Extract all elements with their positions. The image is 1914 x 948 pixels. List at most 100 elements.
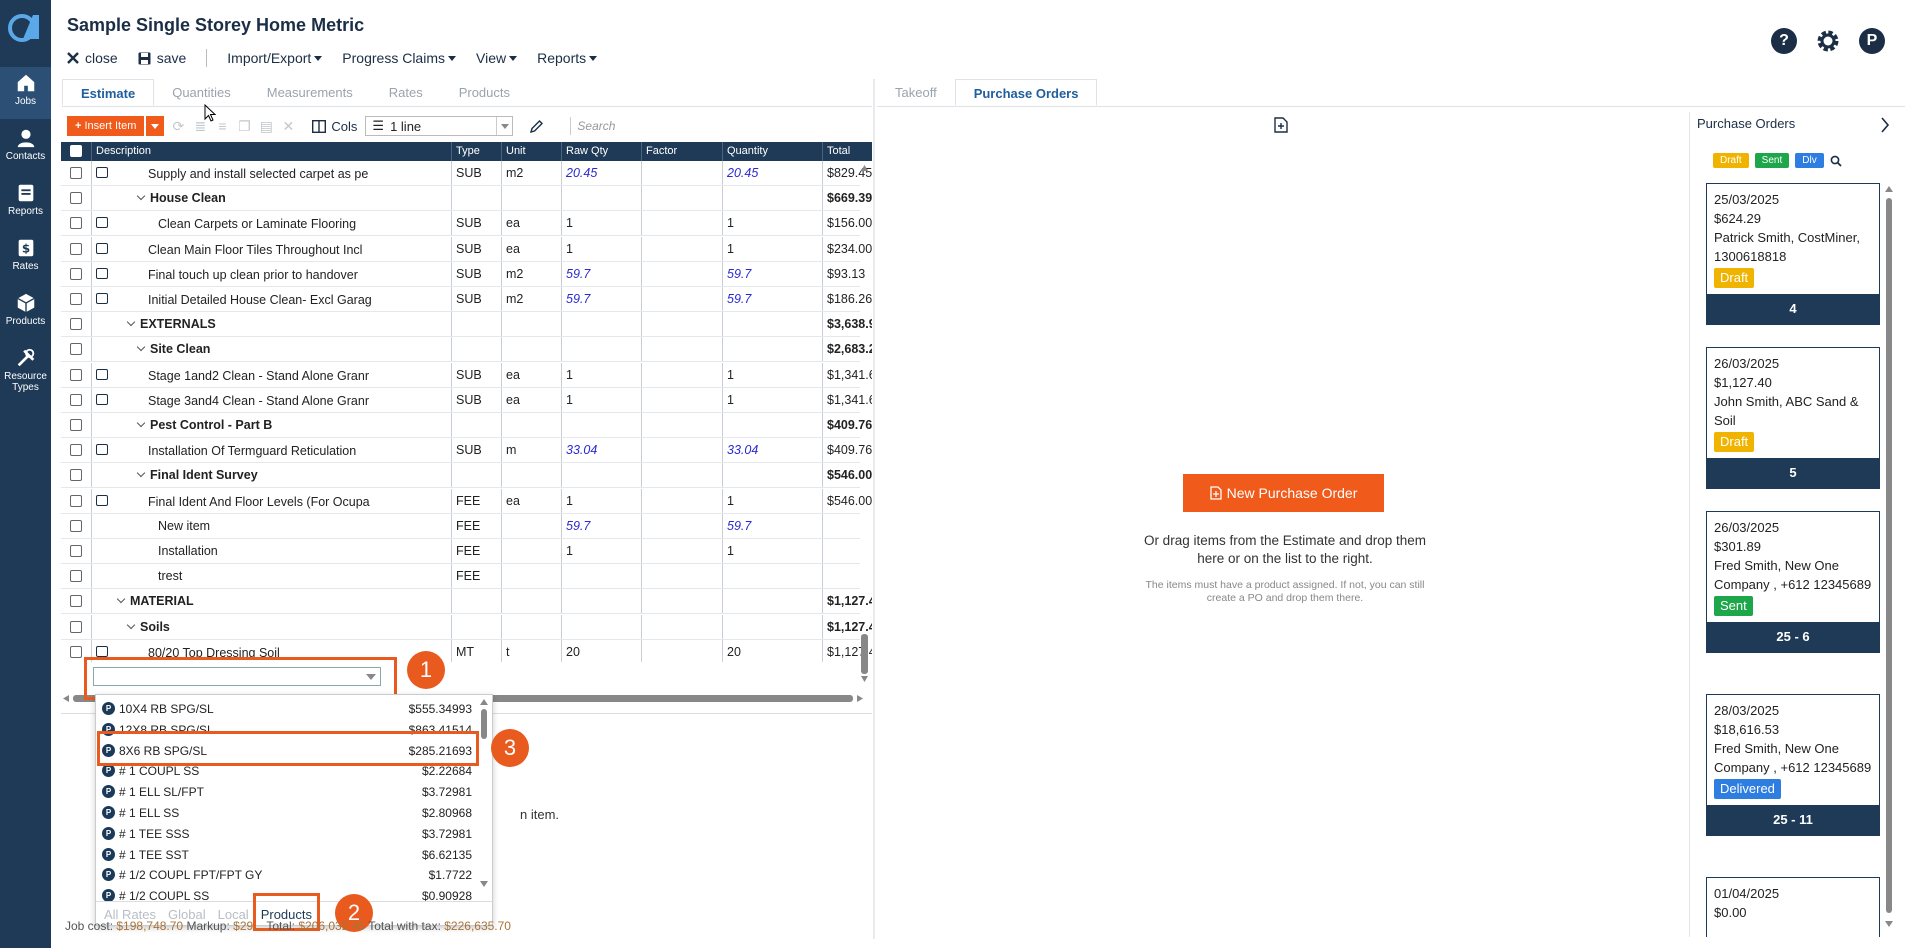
cell-unit[interactable]: m2 — [502, 287, 562, 311]
cell-raw[interactable]: 33.04 — [562, 438, 642, 463]
chevron-down-icon[interactable] — [126, 620, 136, 629]
view-menu[interactable]: View — [476, 50, 518, 66]
cell-desc[interactable]: Clean Main Floor Tiles Throughout Incl — [92, 236, 452, 261]
table-row[interactable]: Clean Main Floor Tiles Throughout Incl SU… — [61, 236, 872, 262]
cell-raw[interactable]: 59.7 — [562, 287, 642, 311]
chevron-down-icon[interactable] — [136, 418, 146, 428]
cell-raw[interactable]: 1 — [562, 211, 642, 236]
chevron-down-icon[interactable] — [126, 317, 136, 327]
table-row[interactable]: Stage 1and2 Clean - Stand Alone Granr SUB… — [61, 362, 872, 388]
cell-type[interactable]: FEE — [452, 513, 502, 538]
cell-qty[interactable]: 1 — [723, 211, 823, 236]
cell-unit[interactable] — [502, 513, 562, 538]
cell-factor[interactable] — [642, 211, 723, 236]
cell-desc[interactable]: Initial Detailed House Clean- Excl Garag — [92, 287, 452, 311]
delete-icon[interactable]: ✕ — [280, 118, 296, 134]
purchase-order-card[interactable]: 25/03/2025 $624.29 Patrick Smith, CostMine… — [1706, 183, 1880, 325]
chevron-down-icon[interactable] — [116, 595, 126, 604]
cell-type[interactable]: SUB — [452, 236, 502, 261]
tab-estimate[interactable]: Estimate — [62, 79, 155, 106]
purchase-order-card[interactable]: 26/03/2025 $301.89 Fred Smith, New One Com… — [1706, 511, 1880, 653]
cell-qty[interactable] — [723, 413, 823, 437]
table-row[interactable]: Final Ident Survey $546.00 — [61, 463, 872, 489]
purchase-order-card[interactable]: 28/03/2025 $18,616.53 Fred Smith, New One … — [1706, 694, 1880, 836]
table-row[interactable]: Stage 3and4 Clean - Stand Alone Granr SUB… — [61, 387, 872, 413]
cell-raw[interactable]: 1 — [562, 362, 642, 387]
col-header-factor[interactable]: Factor — [642, 142, 723, 161]
cell-qty[interactable]: 59.7 — [723, 287, 823, 311]
chevron-right-icon[interactable] — [1880, 117, 1890, 133]
dropdown-option[interactable]: P # 1 ELL SL/FPT $3.72981 — [102, 782, 472, 802]
user-avatar-button[interactable]: P — [1858, 27, 1886, 55]
cell-unit[interactable]: m — [502, 438, 562, 463]
filter-draft[interactable]: Draft — [1713, 153, 1749, 168]
table-row[interactable]: Final touch up clean prior to handover SU… — [61, 261, 865, 287]
cell-unit[interactable]: ea — [502, 211, 562, 236]
cell-unit[interactable]: ea — [502, 236, 562, 261]
tab-rates[interactable]: Rates — [371, 79, 441, 106]
dropdown-option[interactable]: P # 1/2 COUPL FPT/FPT GY $1.7722 — [102, 865, 472, 885]
cell-type[interactable] — [452, 312, 502, 337]
cell-desc[interactable]: Final Ident Survey — [92, 463, 452, 488]
row-checkbox[interactable] — [70, 343, 82, 356]
chevron-down-icon[interactable] — [136, 343, 146, 352]
cell-desc[interactable]: Supply and install selected carpet as pe — [92, 161, 452, 185]
tab-quantities[interactable]: Quantities — [154, 79, 249, 106]
cell-raw[interactable] — [562, 312, 642, 337]
select-all-checkbox[interactable] — [70, 145, 82, 157]
row-checkbox[interactable] — [70, 645, 82, 658]
cell-unit[interactable]: ea — [502, 362, 562, 387]
cell-unit[interactable] — [502, 539, 562, 563]
table-row[interactable]: MATERIAL$1,127.40 — [61, 589, 872, 615]
cell-raw[interactable] — [562, 337, 642, 362]
nav-item-contacts[interactable]: Contacts — [0, 122, 51, 174]
row-checkbox[interactable] — [70, 393, 82, 406]
cell-factor[interactable] — [642, 463, 723, 488]
cell-qty[interactable] — [723, 614, 823, 639]
import-export-menu[interactable]: Import/Export — [227, 50, 323, 66]
table-row[interactable]: Installation FEE 1 1 — [61, 539, 860, 564]
dropdown-option[interactable]: P # 1 TEE SST $6.62135 — [102, 845, 472, 865]
row-checkbox[interactable] — [70, 620, 82, 633]
cell-factor[interactable] — [642, 261, 723, 286]
progress-claims-menu[interactable]: Progress Claims — [342, 50, 456, 66]
col-header-raw-qty[interactable]: Raw Qty — [562, 142, 642, 161]
row-checkbox[interactable] — [70, 242, 82, 255]
table-row[interactable]: EXTERNALS$3,638.96 — [61, 312, 872, 338]
cell-desc[interactable]: MATERIAL — [92, 589, 452, 614]
cell-type[interactable] — [452, 614, 502, 639]
cell-unit[interactable] — [502, 337, 562, 362]
reports-menu[interactable]: Reports — [537, 50, 598, 66]
add-document-icon[interactable] — [1274, 117, 1288, 133]
outdent-icon[interactable]: ≣ — [192, 118, 208, 134]
cell-qty[interactable]: 1 — [723, 387, 823, 412]
cell-qty[interactable]: 20.45 — [723, 161, 823, 185]
row-checkbox[interactable] — [70, 419, 82, 431]
cell-desc[interactable]: trest — [92, 564, 452, 589]
cell-type[interactable]: FEE — [452, 564, 502, 589]
cell-qty[interactable] — [723, 337, 823, 362]
cell-desc[interactable]: House Clean — [92, 186, 452, 211]
panel-splitter[interactable] — [873, 79, 875, 939]
line-height-select[interactable]: ☰ 1 line — [365, 116, 514, 136]
row-checkbox[interactable] — [70, 368, 82, 381]
dropdown-option[interactable]: P # 1 ELL SS $2.80968 — [102, 803, 472, 823]
pencil-icon[interactable] — [529, 119, 544, 134]
cell-factor[interactable] — [642, 413, 723, 437]
cell-desc[interactable]: Stage 3and4 Clean - Stand Alone Granr — [92, 387, 452, 412]
help-button[interactable]: ? — [1770, 27, 1798, 55]
cell-unit[interactable]: m2 — [502, 161, 562, 185]
save-button[interactable]: save — [138, 50, 186, 66]
cell-type[interactable] — [452, 337, 502, 362]
cell-type[interactable] — [452, 589, 502, 614]
cell-type[interactable] — [452, 463, 502, 488]
cell-desc[interactable]: Pest Control - Part B — [92, 413, 452, 437]
cell-factor[interactable] — [642, 614, 723, 639]
cell-factor[interactable] — [642, 539, 723, 563]
cell-qty[interactable] — [723, 564, 823, 589]
cell-factor[interactable] — [642, 186, 723, 211]
cell-qty[interactable]: 1 — [723, 539, 823, 563]
table-row[interactable]: Installation Of Termguard Reticulation SU… — [61, 438, 872, 464]
cell-raw[interactable]: 1 — [562, 387, 642, 412]
cell-factor[interactable] — [642, 337, 723, 362]
